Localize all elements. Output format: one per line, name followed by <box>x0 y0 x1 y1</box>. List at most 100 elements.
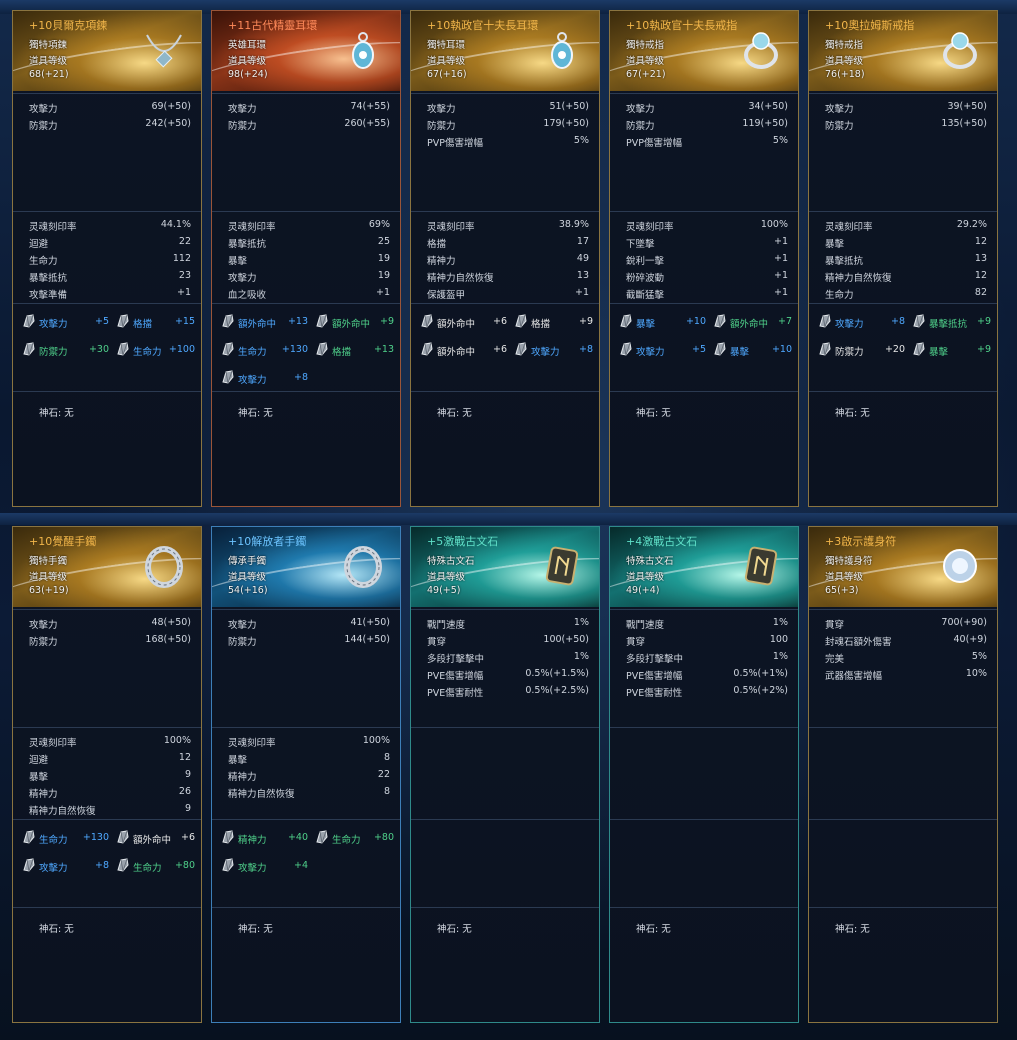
soul-row: 灵魂刻印率 38.9% <box>427 219 589 235</box>
stat-name: 武器傷害增幅 <box>825 671 883 682</box>
manastone-value: +9 <box>578 316 593 327</box>
stat-row: 防禦力 168(+50) <box>29 634 191 650</box>
stat-row: 攻擊力 74(+55) <box>228 101 390 117</box>
manastone-slot[interactable]: 攻擊力 +8 <box>220 369 308 387</box>
soul-stat-value: 13 <box>974 253 987 264</box>
godstone-label: 神石: 无 <box>238 408 273 419</box>
manastone-slot[interactable]: 精神力 +40 <box>220 829 308 847</box>
item-card[interactable]: +10貝爾克項鍊 獨特項鍊 道具等级 68(+21) 攻擊力 69(+50) 防禦力 242(… <box>12 10 202 507</box>
item-card[interactable]: +10覺醒手鐲 獨特手鐲 道具等级 63(+19) 攻擊力 48(+50) 防禦力 168(+… <box>12 526 202 1023</box>
manastone-value: +80 <box>373 832 394 843</box>
manastone-slot[interactable]: 額外命中 +9 <box>314 313 394 331</box>
manastone-slot[interactable]: 額外命中 +6 <box>419 341 507 359</box>
item-header: +10奧拉姆斯戒指 獨特戒指 道具等级 76(+18) <box>809 11 997 91</box>
stat-row: 攻擊力 69(+50) <box>29 101 191 117</box>
soul-stat-name: 攻擊力 <box>228 273 257 284</box>
soul-stat-value: +1 <box>176 287 191 298</box>
stat-value: 48(+50) <box>151 617 191 628</box>
soul-row: 精神力 26 <box>29 786 191 802</box>
manastone-slot[interactable]: 暴擊 +9 <box>911 341 991 359</box>
item-title: +10執政官十夫長耳環 <box>427 19 539 32</box>
item-level: 65(+3) <box>825 585 859 596</box>
manastone-slot[interactable]: 攻擊力 +8 <box>817 313 905 331</box>
manastone-slot[interactable]: 額外命中 +7 <box>712 313 792 331</box>
item-header: +10覺醒手鐲 獨特手鐲 道具等级 63(+19) <box>13 527 201 607</box>
manastone-slot[interactable]: 防禦力 +20 <box>817 341 905 359</box>
manastone-slot[interactable]: 生命力 +100 <box>115 341 195 359</box>
stat-value: 40(+9) <box>953 634 987 645</box>
stat-row: 貫穿 700(+90) <box>825 617 987 633</box>
manastone-name: 生命力 <box>238 347 267 358</box>
soul-row: 暴擊 12 <box>825 236 987 252</box>
stat-row: 完美 5% <box>825 651 987 667</box>
manastone-slot[interactable]: 格擋 +9 <box>513 313 593 331</box>
soul-row: 灵魂刻印率 69% <box>228 219 390 235</box>
manastone-slot[interactable]: 生命力 +130 <box>21 829 109 847</box>
manastone-slot[interactable]: 額外命中 +6 <box>419 313 507 331</box>
item-level-label: 道具等级 <box>228 572 267 583</box>
soul-stat-name: 血之吸收 <box>228 290 267 301</box>
manastone-slot[interactable]: 格擋 +15 <box>115 313 195 331</box>
soul-stat-name: 精神力自然恢復 <box>29 806 96 817</box>
stat-row: PVE傷害增幅 0.5%(+1%) <box>626 668 788 684</box>
soul-stat-name: 精神力 <box>427 256 456 267</box>
manastone-icon <box>23 342 35 356</box>
item-level-label: 道具等级 <box>626 56 665 67</box>
manastone-slot[interactable]: 攻擊力 +4 <box>220 857 308 875</box>
soul-row: 迴避 12 <box>29 752 191 768</box>
item-card[interactable]: +11古代精靈耳環 英雄耳環 道具等级 98(+24) 攻擊力 74(+55) 防禦力 260… <box>211 10 401 507</box>
soul-stat-value: 22 <box>377 769 390 780</box>
manastone-slot[interactable]: 額外命中 +6 <box>115 829 195 847</box>
manastone-slot[interactable]: 攻擊力 +5 <box>618 341 706 359</box>
manastone-slot[interactable]: 生命力 +80 <box>115 857 195 875</box>
manastone-slot[interactable]: 攻擊力 +8 <box>513 341 593 359</box>
item-title: +11古代精靈耳環 <box>228 19 318 32</box>
manastone-slot[interactable]: 攻擊力 +5 <box>21 313 109 331</box>
item-card[interactable]: +3啟示護身符 獨特護身符 道具等级 65(+3) 貫穿 700(+90) 封魂石額外傷害 4… <box>808 526 998 1023</box>
manastone-slot[interactable]: 防禦力 +30 <box>21 341 109 359</box>
item-level-label: 道具等级 <box>29 572 68 583</box>
soul-row: 攻擊力 19 <box>228 270 390 286</box>
manastone-slot[interactable]: 額外命中 +13 <box>220 313 308 331</box>
item-type: 獨特戒指 <box>626 40 665 51</box>
middle-frame-strip <box>0 513 1017 525</box>
soul-section <box>411 727 599 818</box>
soul-row: 暴擊 9 <box>29 769 191 785</box>
soul-stat-name: 截斷猛擊 <box>626 290 665 301</box>
stat-name: 防禦力 <box>29 121 58 132</box>
manastone-slot[interactable]: 攻擊力 +8 <box>21 857 109 875</box>
manastone-slot[interactable]: 生命力 +130 <box>220 341 308 359</box>
soul-stat-value: 12 <box>178 752 191 763</box>
item-title: +10執政官十夫長戒指 <box>626 19 738 32</box>
item-card[interactable]: +10執政官十夫長戒指 獨特戒指 道具等级 67(+21) 攻擊力 34(+50) 防禦力 1… <box>609 10 799 507</box>
manastone-slot[interactable]: 暴擊 +10 <box>618 313 706 331</box>
manastone-slot[interactable]: 暴擊 +10 <box>712 341 792 359</box>
manastone-value: +7 <box>777 316 792 327</box>
manastone-slot[interactable]: 格擋 +13 <box>314 341 394 359</box>
manastone-value: +9 <box>976 344 991 355</box>
manastone-name: 額外命中 <box>437 347 476 358</box>
stat-row: PVP傷害增幅 5% <box>626 135 788 151</box>
manastone-slot[interactable]: 生命力 +80 <box>314 829 394 847</box>
stat-row: 攻擊力 41(+50) <box>228 617 390 633</box>
manastone-section <box>610 819 798 908</box>
item-title: +3啟示護身符 <box>825 535 897 548</box>
manastone-name: 攻擊力 <box>835 319 864 330</box>
item-card[interactable]: +10奧拉姆斯戒指 獨特戒指 道具等级 76(+18) 攻擊力 39(+50) 防禦力 135… <box>808 10 998 507</box>
item-card[interactable]: +10執政官十夫長耳環 獨特耳環 道具等级 67(+16) 攻擊力 51(+50) 防禦力 1… <box>410 10 600 507</box>
item-card[interactable]: +10解放者手鐲 傳承手鐲 道具等级 54(+16) 攻擊力 41(+50) 防禦力 144(… <box>211 526 401 1023</box>
stat-name: 貫穿 <box>825 620 845 631</box>
manastone-slot[interactable]: 暴擊抵抗 +9 <box>911 313 991 331</box>
stat-row: 攻擊力 48(+50) <box>29 617 191 633</box>
manastone-icon <box>117 342 129 356</box>
item-card[interactable]: +4激戰古文石 特殊古文石 道具等级 49(+4) 戰鬥速度 1% 貫穿 100 多段打擊擊中 1… <box>609 526 799 1023</box>
item-card[interactable]: +5激戰古文石 特殊古文石 道具等级 49(+5) 戰鬥速度 1% 貫穿 100(+50) 多段… <box>410 526 600 1023</box>
manastone-value: +9 <box>379 316 394 327</box>
manastone-icon <box>23 858 35 872</box>
soul-stat-name: 暴擊 <box>228 755 248 766</box>
stat-value: 1% <box>573 617 589 628</box>
stat-row: 防禦力 135(+50) <box>825 118 987 134</box>
stat-value: 10% <box>965 668 987 679</box>
manastone-icon <box>515 342 527 356</box>
stat-row: 貫穿 100(+50) <box>427 634 589 650</box>
